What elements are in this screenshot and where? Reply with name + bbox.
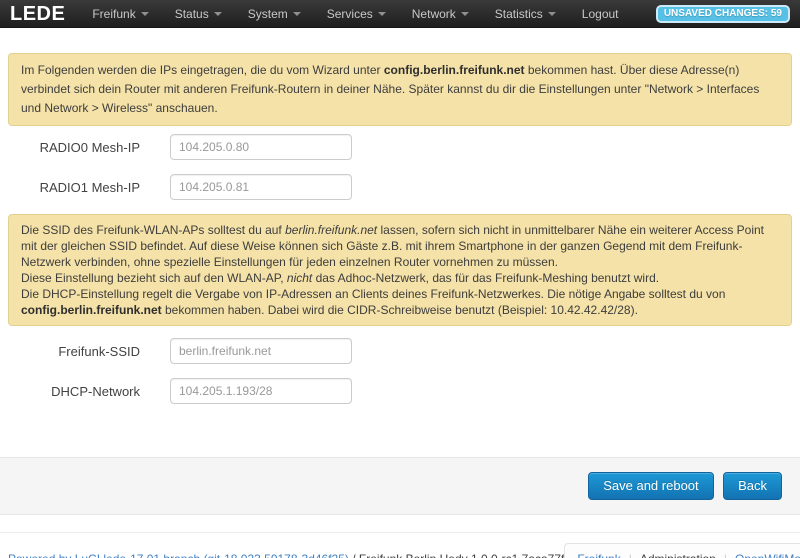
- menu-item-statistics[interactable]: Statistics: [482, 0, 569, 28]
- radio0-mesh-ip-input[interactable]: [170, 134, 352, 160]
- freifunk-ssid-label: Freifunk-SSID: [58, 343, 140, 359]
- footer-link-freifunk[interactable]: Freifunk: [577, 552, 620, 558]
- notice-italic-ssid: berlin.freifunk.net: [285, 223, 378, 237]
- footer-view-switcher: Freifunk | Administration | OpenWifiMap: [564, 543, 800, 558]
- firmware-version-text: / Freifunk Berlin Hedy 1.0.0-rc1 7aca77f: [349, 552, 564, 558]
- footer-divider: |: [629, 552, 632, 558]
- radio1-mesh-ip-input[interactable]: [170, 174, 352, 200]
- notice-text: Diese Einstellung bezieht sich auf den W…: [21, 271, 287, 285]
- form-row-radio0-mesh-ip: RADIO0 Mesh-IP: [8, 134, 792, 160]
- notice-text: Die DHCP-Einstellung regelt die Vergabe …: [21, 287, 726, 301]
- wizard-content: Im Folgenden werden die IPs eingetragen,…: [0, 28, 800, 515]
- main-menu: Freifunk Status System Services Network …: [79, 0, 631, 27]
- footer-divider: |: [724, 552, 727, 558]
- dhcp-network-label: DHCP-Network: [51, 383, 140, 399]
- menu-item-label: Network: [411, 6, 456, 21]
- menu-item-system[interactable]: System: [235, 0, 314, 28]
- chevron-down-icon: [140, 12, 149, 17]
- menu-item-label: Freifunk: [92, 6, 136, 21]
- footer-link-openwifimap[interactable]: OpenWifiMap: [735, 552, 800, 558]
- notice-paragraph: Die DHCP-Einstellung regelt die Vergabe …: [21, 286, 779, 318]
- powered-by-luci-link[interactable]: Powered by LuCI lede-17.01 branch (git-1…: [8, 552, 349, 558]
- menu-item-label: Services: [326, 6, 373, 21]
- chevron-down-icon: [460, 12, 469, 17]
- page-footer: Powered by LuCI lede-17.01 branch (git-1…: [0, 532, 800, 558]
- notice-paragraph: Diese Einstellung bezieht sich auf den W…: [21, 270, 779, 286]
- notice-text: bekommen haben. Dabei wird die CIDR-Schr…: [161, 303, 638, 317]
- notice-text: Die SSID des Freifunk-WLAN-APs solltest …: [21, 223, 286, 237]
- footer-link-administration[interactable]: Administration: [640, 552, 716, 558]
- notice-bold-hostname: config.berlin.freifunk.net: [21, 303, 162, 317]
- unsaved-changes-badge[interactable]: UNSAVED CHANGES: 59: [655, 4, 790, 23]
- menu-item-label: System: [247, 6, 288, 21]
- menu-item-freifunk[interactable]: Freifunk: [79, 0, 161, 28]
- form-row-radio1-mesh-ip: RADIO1 Mesh-IP: [8, 174, 792, 200]
- menu-item-status[interactable]: Status: [162, 0, 235, 28]
- chevron-down-icon: [292, 12, 301, 17]
- dhcp-network-input[interactable]: [170, 378, 352, 404]
- lede-logo[interactable]: LEDE: [10, 0, 65, 28]
- mesh-ip-notice: Im Folgenden werden die IPs eingetragen,…: [8, 53, 792, 126]
- notice-italic-nicht: nicht: [286, 271, 313, 285]
- back-button[interactable]: Back: [723, 472, 782, 500]
- menu-item-network[interactable]: Network: [399, 0, 482, 28]
- form-row-dhcp-network: DHCP-Network: [8, 378, 792, 404]
- form-actions-bar: Save and reboot Back: [0, 457, 800, 515]
- form-row-freifunk-ssid: Freifunk-SSID: [8, 338, 792, 364]
- freifunk-ssid-input[interactable]: [170, 338, 352, 364]
- notice-bold-hostname: config.berlin.freifunk.net: [383, 63, 525, 77]
- save-and-reboot-button[interactable]: Save and reboot: [588, 472, 714, 500]
- menu-item-services[interactable]: Services: [314, 0, 399, 28]
- menu-item-label: Logout: [581, 6, 619, 21]
- menu-item-label: Status: [174, 6, 209, 21]
- chevron-down-icon: [547, 12, 556, 17]
- notice-paragraph: Die SSID des Freifunk-WLAN-APs solltest …: [21, 222, 779, 270]
- footer-credits: Powered by LuCI lede-17.01 branch (git-1…: [8, 552, 564, 558]
- notice-text: Im Folgenden werden die IPs eingetragen,…: [21, 63, 384, 77]
- menu-item-label: Statistics: [494, 6, 543, 21]
- menu-item-logout[interactable]: Logout: [569, 0, 632, 28]
- chevron-down-icon: [377, 12, 386, 17]
- radio0-mesh-ip-label: RADIO0 Mesh-IP: [39, 139, 140, 155]
- notice-text: das Adhoc-Netzwerk, das für das Freifunk…: [312, 271, 660, 285]
- ssid-dhcp-notice: Die SSID des Freifunk-WLAN-APs solltest …: [8, 214, 792, 326]
- chevron-down-icon: [213, 12, 222, 17]
- top-navbar: LEDE Freifunk Status System Services Net…: [0, 0, 800, 28]
- radio1-mesh-ip-label: RADIO1 Mesh-IP: [39, 179, 140, 195]
